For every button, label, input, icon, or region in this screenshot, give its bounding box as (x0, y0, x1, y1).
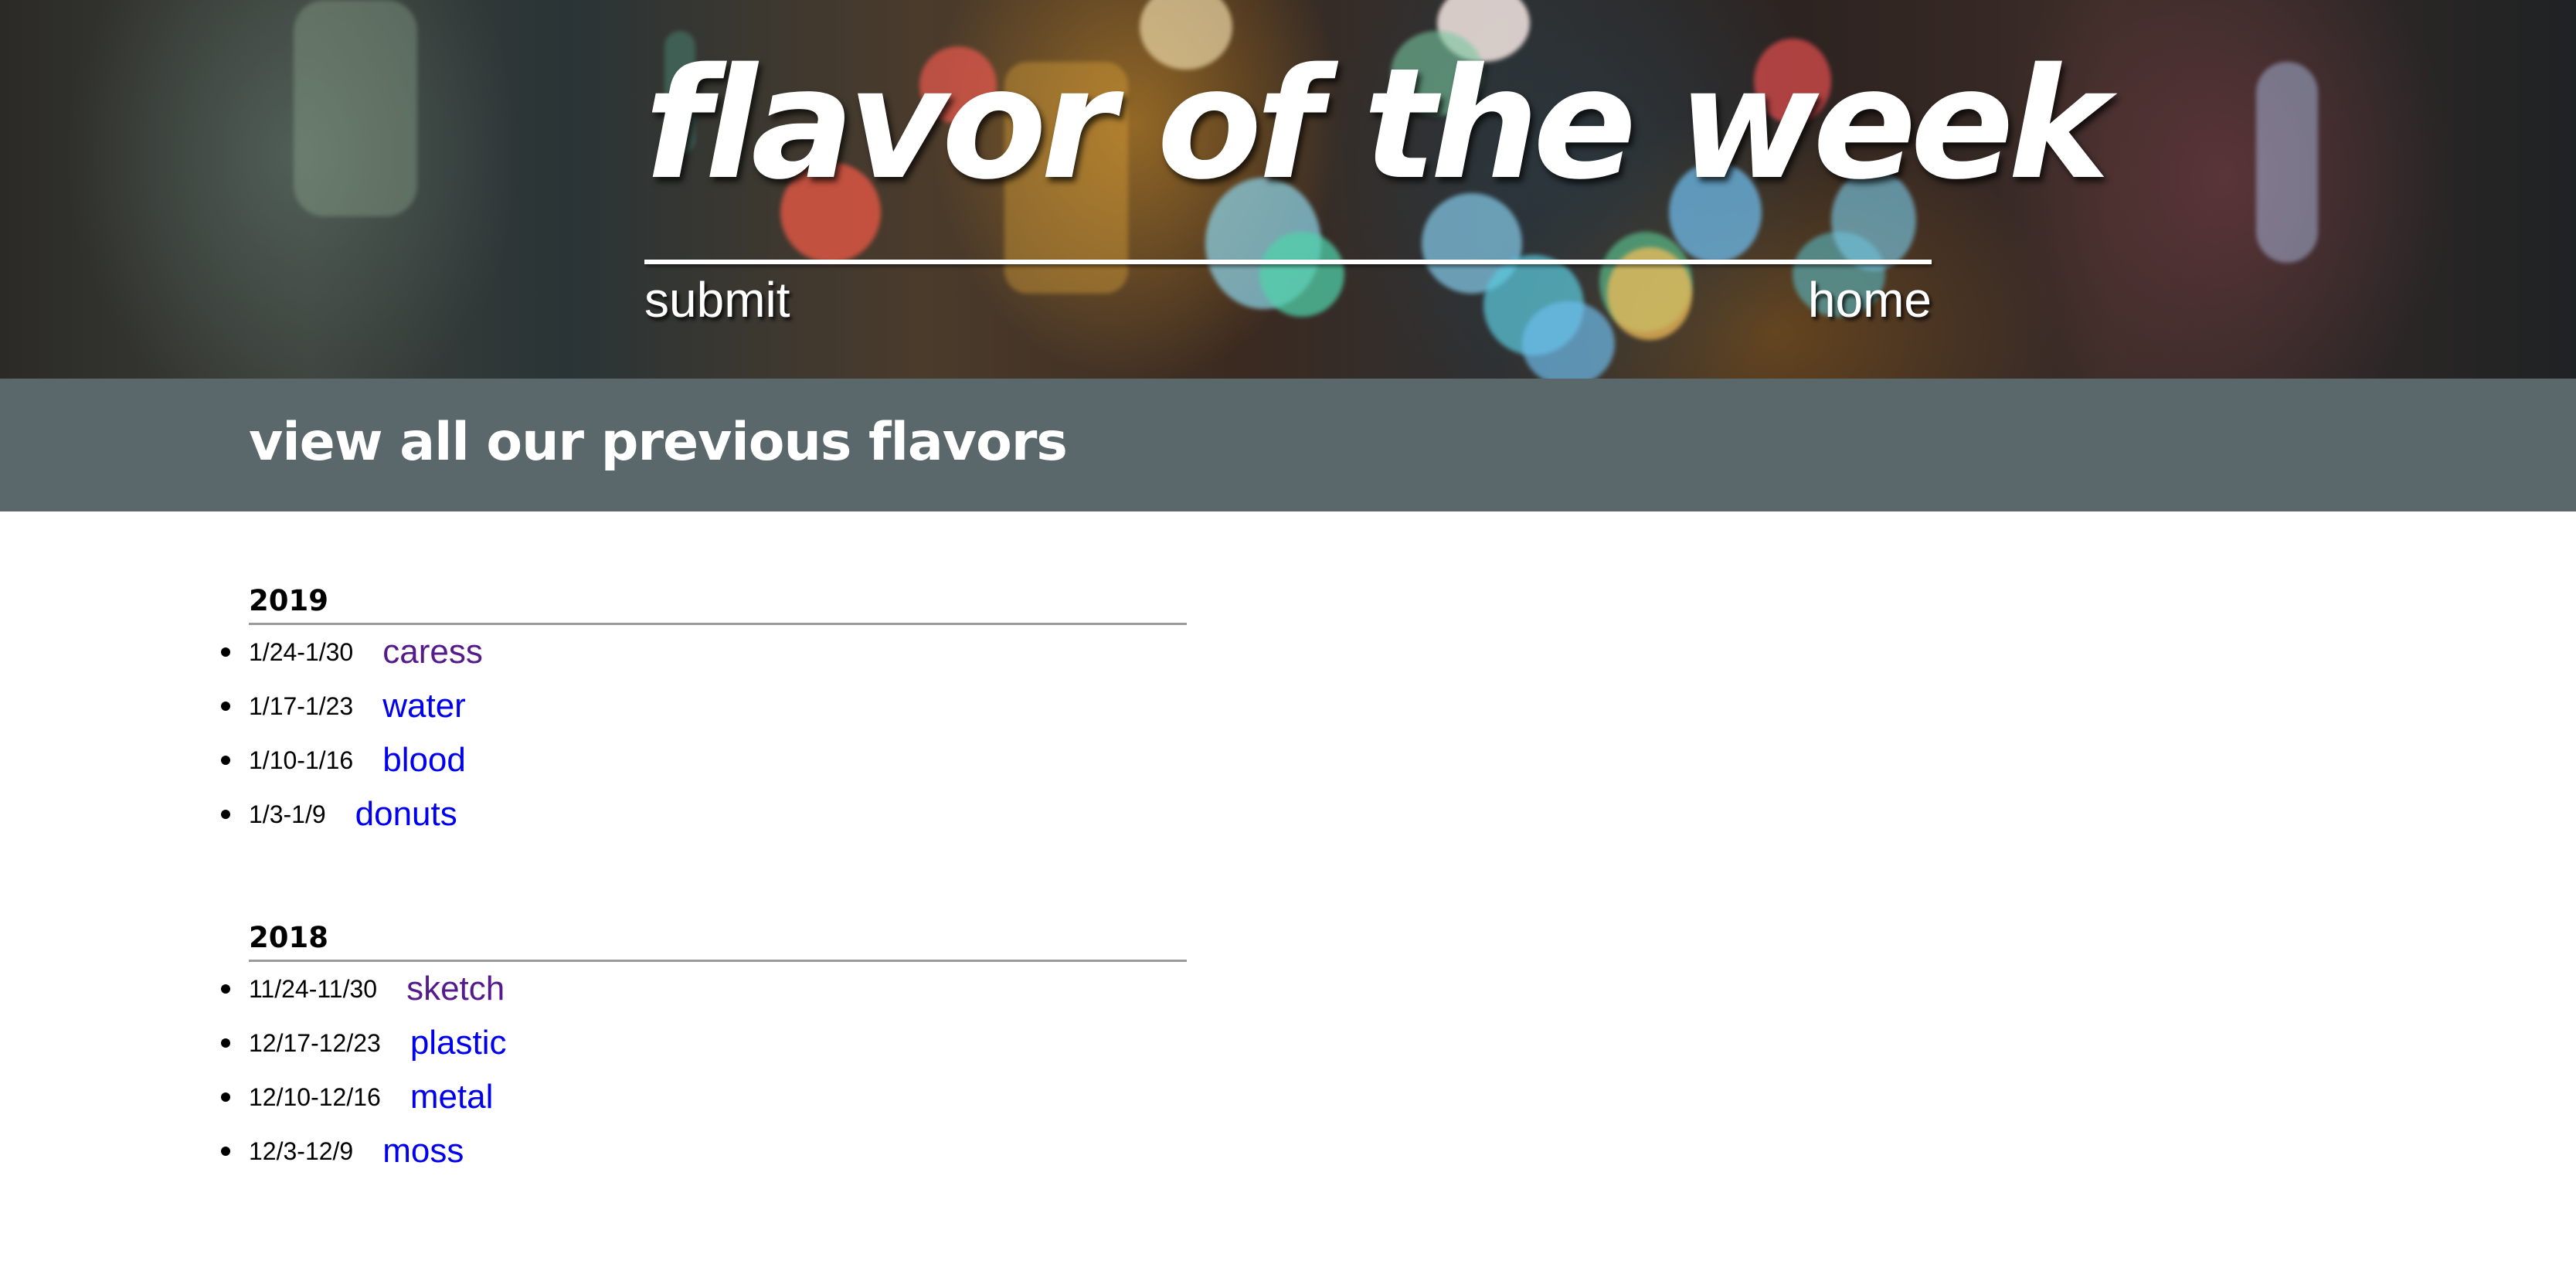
bullet-icon (221, 810, 230, 819)
list-item: 1/17-1/23 water (221, 679, 1159, 733)
year-section-2019: 2019 1/24-1/30 caress 1/17-1/23 water 1/… (221, 584, 1187, 841)
hero-banner: flavor of the week submit home (0, 0, 2576, 379)
bullet-icon (221, 1092, 230, 1102)
list-item: 1/24-1/30 caress (221, 625, 1159, 679)
bullet-icon (221, 984, 230, 994)
submit-link[interactable]: submit (644, 275, 790, 324)
week-dates: 1/24-1/30 (249, 637, 354, 666)
list-item: 12/17-12/23 plastic (221, 1016, 1159, 1070)
bokeh-light (2256, 62, 2318, 263)
week-dates: 1/3-1/9 (249, 800, 326, 828)
list-item: 1/3-1/9 donuts (221, 787, 1159, 841)
list-item: 12/3-12/9 moss (221, 1124, 1159, 1178)
week-list: 1/24-1/30 caress 1/17-1/23 water 1/10-1/… (221, 625, 1159, 841)
week-dates: 12/17-12/23 (249, 1028, 381, 1057)
list-item: 1/10-1/16 blood (221, 733, 1159, 787)
year-section-2018: 2018 11/24-11/30 sketch 12/17-12/23 plas… (221, 921, 1187, 1178)
week-dates: 11/24-11/30 (249, 974, 378, 1003)
home-link[interactable]: home (1808, 275, 1932, 324)
week-dates: 12/3-12/9 (249, 1137, 354, 1165)
year-heading: 2019 (249, 584, 1187, 625)
flavor-link[interactable]: donuts (355, 795, 457, 834)
week-dates: 1/17-1/23 (249, 691, 354, 720)
site-title: flavor of the week (644, 35, 2109, 213)
year-heading: 2018 (249, 921, 1187, 962)
bullet-icon (221, 702, 230, 711)
flavor-link[interactable]: sketch (406, 970, 505, 1008)
hero-content: flavor of the week submit home (644, 0, 2109, 379)
list-item: 11/24-11/30 sketch (221, 962, 1159, 1016)
flavor-link[interactable]: blood (382, 741, 466, 780)
week-list: 11/24-11/30 sketch 12/17-12/23 plastic 1… (221, 962, 1159, 1178)
bullet-icon (221, 1038, 230, 1048)
page-title: view all our previous flavors (249, 412, 1068, 473)
flavor-link[interactable]: caress (382, 633, 483, 671)
bullet-icon (221, 756, 230, 765)
list-item: 12/10-12/16 metal (221, 1070, 1159, 1124)
hero-divider (644, 260, 1932, 264)
bullet-icon (221, 1147, 230, 1156)
flavor-link[interactable]: metal (410, 1078, 494, 1116)
bokeh-light (294, 0, 417, 216)
flavor-link[interactable]: moss (382, 1132, 464, 1171)
flavor-link[interactable]: water (382, 687, 466, 725)
bullet-icon (221, 647, 230, 657)
week-dates: 12/10-12/16 (249, 1082, 381, 1111)
flavor-link[interactable]: plastic (410, 1024, 507, 1062)
page-heading-band: view all our previous flavors (0, 379, 2576, 511)
week-dates: 1/10-1/16 (249, 746, 354, 774)
